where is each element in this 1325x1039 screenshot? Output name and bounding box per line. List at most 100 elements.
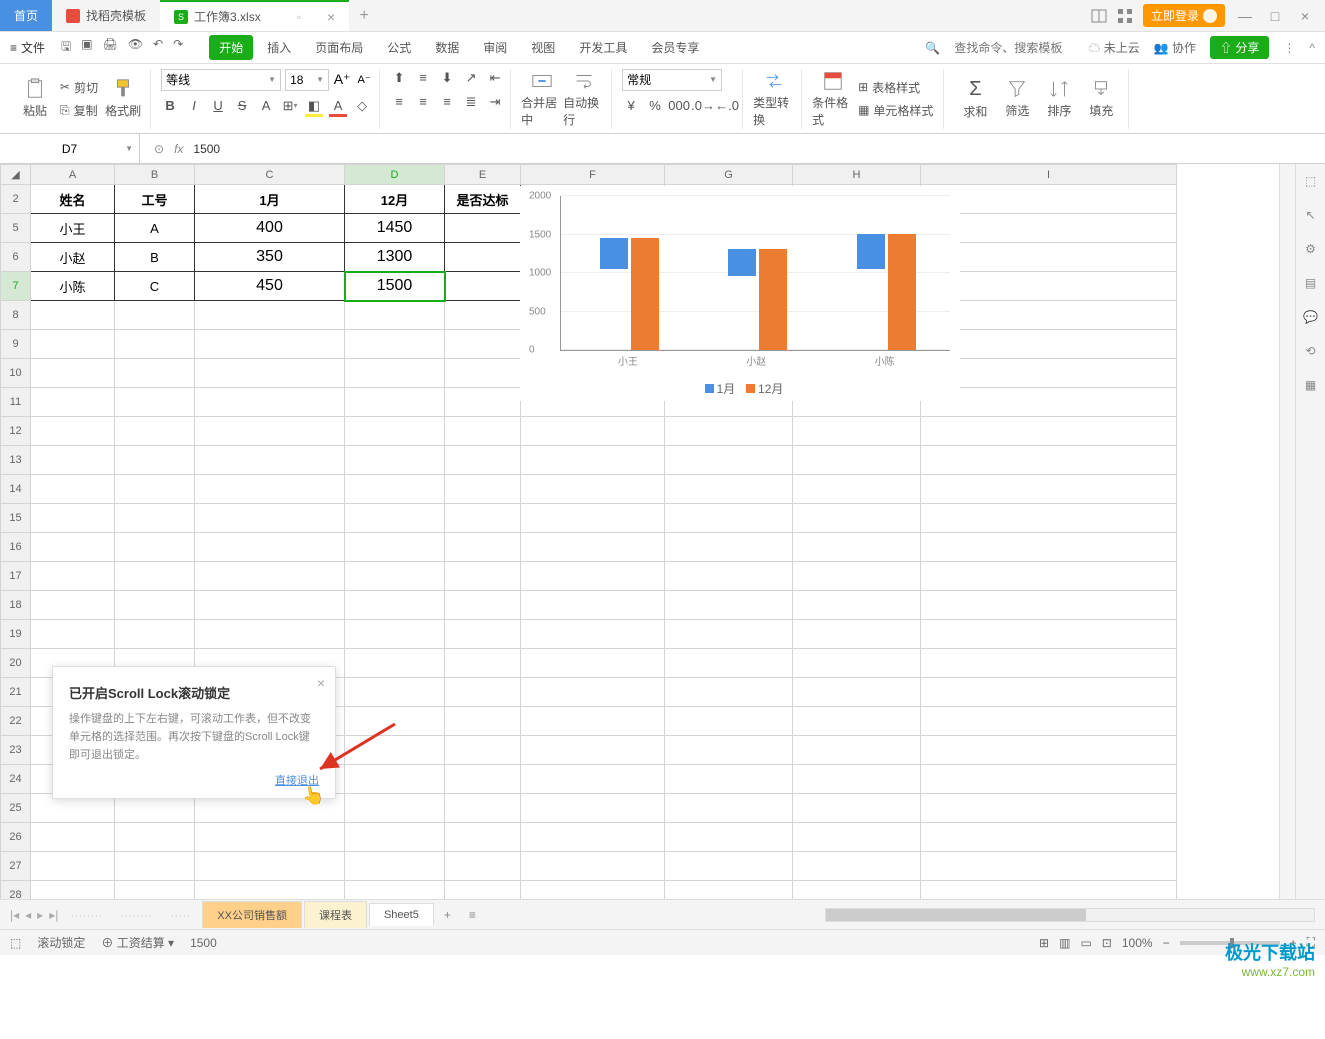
tab-document[interactable]: S 工作簿3.xlsx ▫ × bbox=[160, 0, 349, 31]
strike-button[interactable]: S bbox=[233, 97, 251, 115]
goto-icon[interactable]: ⊙ bbox=[154, 142, 164, 156]
cell[interactable]: 450 bbox=[195, 272, 345, 301]
border-button[interactable]: ⊞▾ bbox=[281, 97, 299, 115]
record-mode-icon[interactable]: ⬚ bbox=[10, 936, 21, 950]
sidebar-settings-icon[interactable]: ⚙ bbox=[1305, 242, 1316, 256]
qat-open-icon[interactable]: ▣ bbox=[81, 37, 92, 58]
cut-button[interactable]: ✂剪切 bbox=[60, 78, 98, 97]
fullscreen-icon[interactable]: ⛶ bbox=[1307, 935, 1315, 950]
tab-review[interactable]: 审阅 bbox=[473, 35, 517, 60]
col-header[interactable]: D bbox=[345, 165, 445, 185]
dec-decimal-icon[interactable]: ←.0 bbox=[718, 97, 736, 115]
qat-redo-icon[interactable]: ↷ bbox=[173, 37, 183, 58]
row-header[interactable]: 2 bbox=[1, 185, 31, 214]
filter-button[interactable]: 筛选 bbox=[996, 78, 1038, 119]
row-header[interactable]: 6 bbox=[1, 243, 31, 272]
col-header[interactable]: F bbox=[521, 165, 665, 185]
horizontal-scrollbar[interactable] bbox=[825, 908, 1315, 922]
indent-dec-icon[interactable]: ⇤ bbox=[486, 69, 504, 87]
percent-icon[interactable]: % bbox=[646, 97, 664, 115]
tab-data[interactable]: 数据 bbox=[425, 35, 469, 60]
sheet-tab[interactable]: Sheet5 bbox=[369, 903, 434, 926]
cell[interactable]: 1450 bbox=[345, 214, 445, 243]
share-button[interactable]: ⇧ 分享 bbox=[1210, 36, 1269, 59]
row-header[interactable]: 15 bbox=[1, 504, 31, 533]
add-sheet-button[interactable]: + bbox=[436, 908, 459, 922]
col-header[interactable]: H bbox=[793, 165, 921, 185]
col-header[interactable]: A bbox=[31, 165, 115, 185]
close-window-button[interactable]: × bbox=[1295, 8, 1315, 24]
paste-button[interactable]: 粘贴 bbox=[14, 78, 56, 119]
hidden-tab[interactable]: ········ bbox=[120, 908, 152, 922]
align-right-icon[interactable]: ≡ bbox=[438, 93, 456, 111]
font-effect-button[interactable]: A bbox=[257, 97, 275, 115]
qat-preview-icon[interactable]: 👁 bbox=[128, 37, 143, 58]
row-header[interactable]: 13 bbox=[1, 446, 31, 475]
tab-templates[interactable]: 找稻壳模板 bbox=[52, 0, 160, 31]
row-header[interactable]: 19 bbox=[1, 620, 31, 649]
apps-icon[interactable] bbox=[1117, 8, 1133, 24]
sidebar-layers-icon[interactable]: ▤ bbox=[1305, 276, 1316, 290]
row-header[interactable]: 20 bbox=[1, 649, 31, 678]
row-header[interactable]: 9 bbox=[1, 330, 31, 359]
justify-icon[interactable]: ≣ bbox=[462, 93, 480, 111]
col-header[interactable]: I bbox=[921, 165, 1177, 185]
qat-undo-icon[interactable]: ↶ bbox=[153, 37, 163, 58]
qat-save-icon[interactable]: 🖫 bbox=[61, 37, 71, 58]
row-header[interactable]: 11 bbox=[1, 388, 31, 417]
layout-icon[interactable] bbox=[1091, 8, 1107, 24]
next-sheet-icon[interactable]: ▸ bbox=[37, 908, 43, 922]
tab-start[interactable]: 开始 bbox=[209, 35, 253, 60]
cell[interactable]: 小赵 bbox=[31, 243, 115, 272]
sum-button[interactable]: Σ求和 bbox=[954, 78, 996, 120]
italic-button[interactable]: I bbox=[185, 97, 203, 115]
row-header[interactable]: 22 bbox=[1, 707, 31, 736]
cloud-status[interactable]: ☁ 未上云 bbox=[1088, 39, 1139, 56]
cell[interactable]: 12月 bbox=[345, 185, 445, 214]
close-icon[interactable]: × bbox=[327, 9, 335, 25]
align-center-icon[interactable]: ≡ bbox=[414, 93, 432, 111]
sheet-list-button[interactable]: ≡ bbox=[461, 908, 484, 922]
view-page-icon[interactable]: ▥ bbox=[1059, 936, 1070, 950]
cell[interactable]: C bbox=[115, 272, 195, 301]
collapse-ribbon-icon[interactable]: ^ bbox=[1309, 41, 1315, 55]
row-header[interactable]: 21 bbox=[1, 678, 31, 707]
cell[interactable]: 1300 bbox=[345, 243, 445, 272]
name-box[interactable]: ▼ bbox=[0, 134, 140, 163]
increase-font-icon[interactable]: A⁺ bbox=[333, 71, 351, 89]
copy-button[interactable]: ⎘复制 bbox=[60, 101, 98, 120]
tab-view[interactable]: 视图 bbox=[521, 35, 565, 60]
fx-icon[interactable]: fx bbox=[174, 142, 183, 156]
row-header[interactable]: 23 bbox=[1, 736, 31, 765]
zoom-out-button[interactable]: − bbox=[1163, 936, 1170, 950]
view-normal-icon[interactable]: ⊞ bbox=[1039, 936, 1049, 950]
align-left-icon[interactable]: ≡ bbox=[390, 93, 408, 111]
col-header[interactable]: G bbox=[665, 165, 793, 185]
number-format-select[interactable]: 常规▼ bbox=[622, 69, 722, 91]
row-header[interactable]: 18 bbox=[1, 591, 31, 620]
row-header[interactable]: 27 bbox=[1, 852, 31, 881]
sort-button[interactable]: 排序 bbox=[1038, 78, 1080, 119]
qat-print-icon[interactable]: 🖨 bbox=[103, 37, 118, 58]
font-size-select[interactable]: 18▼ bbox=[285, 69, 329, 91]
wrap-button[interactable]: 自动换行 bbox=[563, 70, 605, 128]
prev-sheet-icon[interactable]: ◂ bbox=[25, 908, 31, 922]
sidebar-chat-icon[interactable]: 💬 bbox=[1303, 310, 1318, 324]
minimize-button[interactable]: — bbox=[1235, 8, 1255, 24]
sheet-tab[interactable]: XX公司销售额 bbox=[202, 901, 302, 928]
file-menu[interactable]: ≡ 文件 bbox=[10, 39, 45, 56]
inc-decimal-icon[interactable]: .0→ bbox=[694, 97, 712, 115]
cell[interactable]: 1月 bbox=[195, 185, 345, 214]
cell[interactable]: 小王 bbox=[31, 214, 115, 243]
sidebar-select-icon[interactable]: ⬚ bbox=[1305, 174, 1316, 188]
cond-format-button[interactable]: 条件格式 bbox=[812, 70, 854, 128]
cell[interactable] bbox=[445, 214, 521, 243]
row-header[interactable]: 26 bbox=[1, 823, 31, 852]
clear-format-button[interactable]: ◇ bbox=[353, 97, 371, 115]
row-header[interactable]: 8 bbox=[1, 301, 31, 330]
fill-button[interactable]: 填充 bbox=[1080, 78, 1122, 119]
cell[interactable]: 姓名 bbox=[31, 185, 115, 214]
align-bottom-icon[interactable]: ⬇ bbox=[438, 69, 456, 87]
col-header[interactable]: E bbox=[445, 165, 521, 185]
active-cell[interactable]: 1500 bbox=[345, 272, 445, 301]
